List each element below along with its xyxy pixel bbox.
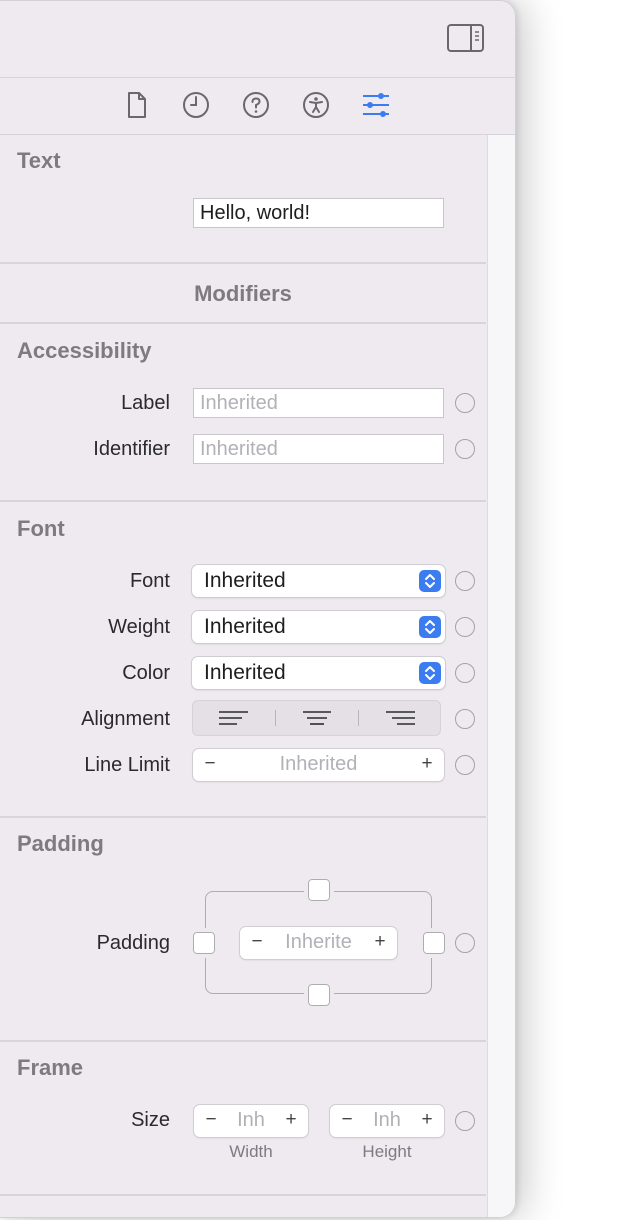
- accessibility-section: Accessibility Label Inherited Identifier…: [0, 324, 486, 502]
- line-limit-stepper[interactable]: Inherited − +: [193, 749, 444, 781]
- alignment-toggle[interactable]: [455, 709, 475, 729]
- padding-top-checkbox[interactable]: [304, 875, 334, 905]
- inspector-tab-bar: [0, 78, 515, 135]
- frame-section: Frame Size Inh − + Inh − + Width Height: [0, 1042, 486, 1196]
- size-toggle[interactable]: [455, 1111, 475, 1131]
- tab-history-inspector[interactable]: [181, 90, 211, 120]
- inspector-content: Text Hello, world! Modifiers Accessibili…: [0, 135, 486, 1217]
- tab-attributes-inspector[interactable]: [361, 90, 391, 120]
- accessibility-label-toggle[interactable]: [455, 393, 475, 413]
- color-label: Color: [122, 662, 170, 684]
- decrement-button[interactable]: −: [200, 749, 220, 779]
- weight-popup-value: Inherited: [204, 615, 286, 638]
- section-title: Padding: [17, 831, 104, 856]
- chevron-updown-icon: [419, 570, 441, 592]
- modifiers-header: Modifiers: [0, 264, 486, 324]
- tab-quick-help[interactable]: [241, 90, 271, 120]
- decrement-button[interactable]: −: [201, 1105, 221, 1135]
- text-section: Text Hello, world!: [0, 135, 486, 264]
- padding-label: Padding: [96, 932, 170, 954]
- tab-file-inspector[interactable]: [122, 90, 152, 120]
- question-icon: [243, 92, 269, 118]
- modifiers-title: Modifiers: [194, 281, 292, 306]
- padding-stepper[interactable]: Inherite − +: [240, 927, 397, 959]
- decrement-button[interactable]: −: [337, 1105, 357, 1135]
- padding-section: Padding Padding Inherite − +: [0, 818, 486, 1042]
- clock-icon: [183, 92, 209, 118]
- increment-button[interactable]: +: [417, 1105, 437, 1135]
- align-center-segment[interactable]: [276, 701, 358, 735]
- padding-leading-checkbox[interactable]: [189, 928, 219, 958]
- color-popup[interactable]: Inherited: [192, 657, 445, 689]
- accessibility-icon: [303, 92, 329, 118]
- font-section: Font Font Inherited Weight Inherited Col…: [0, 502, 486, 818]
- tab-accessibility-inspector[interactable]: [301, 90, 331, 120]
- padding-bottom-checkbox[interactable]: [304, 980, 334, 1010]
- align-right-icon: [386, 711, 415, 725]
- line-limit-label: Line Limit: [84, 754, 170, 776]
- align-leading-segment[interactable]: [193, 701, 275, 735]
- accessibility-label-field[interactable]: Inherited: [193, 388, 444, 418]
- window-toolbar: [0, 1, 515, 78]
- increment-button[interactable]: +: [281, 1105, 301, 1135]
- color-popup-value: Inherited: [204, 661, 286, 684]
- section-title: Text: [17, 148, 61, 173]
- decrement-button[interactable]: −: [247, 927, 267, 957]
- chevron-updown-icon: [419, 616, 441, 638]
- size-label: Size: [131, 1109, 170, 1131]
- align-center-icon: [303, 711, 331, 725]
- width-caption: Width: [229, 1142, 273, 1161]
- height-caption: Height: [362, 1142, 412, 1161]
- width-stepper[interactable]: Inh − +: [194, 1105, 308, 1137]
- chevron-updown-icon: [419, 662, 441, 684]
- accessibility-identifier-field[interactable]: Inherited: [193, 434, 444, 464]
- increment-button[interactable]: +: [370, 927, 390, 957]
- document-icon: [128, 92, 146, 118]
- alignment-segmented-control[interactable]: [192, 700, 441, 736]
- section-title: Font: [17, 516, 65, 541]
- font-toggle[interactable]: [455, 571, 475, 591]
- sidebar-toggle-icon[interactable]: [447, 24, 484, 52]
- scroll-track[interactable]: [487, 135, 515, 1217]
- accessibility-identifier-toggle[interactable]: [455, 439, 475, 459]
- font-label: Font: [129, 570, 170, 592]
- font-popup[interactable]: Inherited: [192, 565, 445, 597]
- increment-button[interactable]: +: [417, 749, 437, 779]
- section-title: Frame: [17, 1055, 84, 1080]
- font-popup-value: Inherited: [204, 569, 286, 592]
- padding-trailing-checkbox[interactable]: [419, 928, 449, 958]
- color-toggle[interactable]: [455, 663, 475, 683]
- sliders-icon: [363, 93, 389, 117]
- line-limit-value: Inherited: [279, 753, 358, 775]
- text-value-field[interactable]: Hello, world!: [193, 198, 444, 228]
- alignment-label: Alignment: [81, 708, 170, 730]
- weight-popup[interactable]: Inherited: [192, 611, 445, 643]
- line-limit-toggle[interactable]: [455, 755, 475, 775]
- height-stepper[interactable]: Inh − +: [330, 1105, 444, 1137]
- section-title: Accessibility: [17, 338, 152, 363]
- weight-toggle[interactable]: [455, 617, 475, 637]
- identifier-label: Identifier: [93, 438, 170, 460]
- align-left-icon: [219, 711, 248, 725]
- label-label: Label: [121, 392, 170, 414]
- weight-label: Weight: [108, 616, 170, 638]
- align-trailing-segment[interactable]: [359, 701, 441, 735]
- inspector-window: Text Hello, world! Modifiers Accessibili…: [0, 0, 516, 1218]
- padding-toggle[interactable]: [455, 933, 475, 953]
